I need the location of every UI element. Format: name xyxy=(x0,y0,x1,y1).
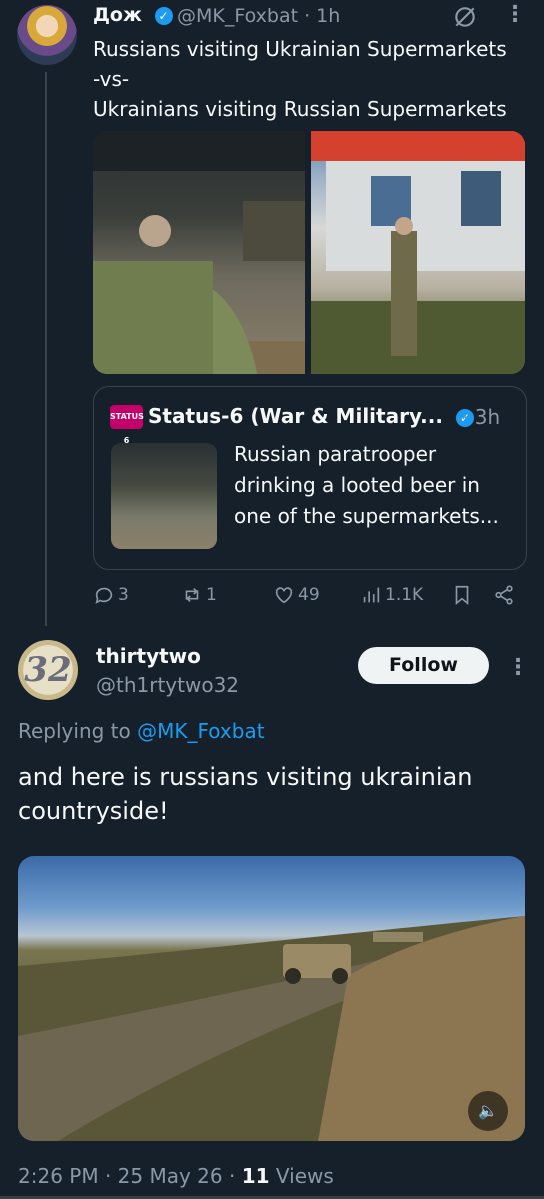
reply-count: 3 xyxy=(118,585,129,605)
tweet-timestamp: 2:26 PM · 25 May 26 · 11 Views xyxy=(18,1164,334,1188)
quoted-image xyxy=(111,443,217,549)
views-label: Views xyxy=(269,1164,334,1188)
share-button[interactable] xyxy=(493,584,515,606)
reply-icon xyxy=(95,587,113,604)
author-name[interactable]: Дож ✓ xyxy=(93,4,173,26)
heart-icon xyxy=(275,587,293,604)
image-left-figure xyxy=(93,131,305,374)
repost-icon xyxy=(185,587,199,603)
reply-more-options-icon[interactable]: ⋮ xyxy=(507,655,529,680)
quoted-author-name: Status-6 (War & Military... ✓ xyxy=(148,404,474,428)
views-button[interactable]: 1.1K xyxy=(360,584,423,606)
reply-text: and here is russians visiting ukrainian … xyxy=(18,763,473,825)
quoted-author-name-text: Status-6 (War & Military... xyxy=(148,404,443,428)
reply-author-handle[interactable]: @th1rtytwo32 xyxy=(96,673,239,697)
tweet-actions: 3 1 49 1.1K xyxy=(93,584,523,612)
follow-button[interactable]: Follow xyxy=(358,647,489,684)
views-number: 11 xyxy=(241,1164,270,1188)
quoted-avatar: STATUS 6 xyxy=(110,405,144,445)
quoted-text: Russian paratrooper drinking a looted be… xyxy=(234,442,499,528)
author-handle-time: @MK_Foxbat · 1h xyxy=(177,5,340,27)
replying-prefix: Replying to xyxy=(18,719,131,743)
replying-to-handle[interactable]: @MK_Foxbat xyxy=(137,719,264,743)
author-name-text: Дож xyxy=(93,4,142,26)
thread-line xyxy=(45,72,47,626)
tweet-time[interactable]: · 1h xyxy=(304,5,340,27)
views-icon xyxy=(363,587,380,603)
quoted-time: · 3h xyxy=(462,405,501,429)
author-handle[interactable]: @MK_Foxbat xyxy=(177,5,298,27)
tweet-image-left[interactable] xyxy=(93,131,305,374)
mute-icon[interactable]: 🔈 xyxy=(468,1091,508,1131)
repost-count: 1 xyxy=(206,585,217,605)
bookmark-button[interactable] xyxy=(451,584,473,606)
replying-to: Replying to @MK_Foxbat xyxy=(18,719,265,743)
more-options-icon[interactable]: ⋮ xyxy=(504,2,526,27)
repost-button[interactable]: 1 xyxy=(181,584,217,606)
like-button[interactable]: 49 xyxy=(273,584,320,606)
reply-author-name[interactable]: thirtytwo xyxy=(96,644,201,668)
share-icon xyxy=(495,585,513,605)
avatar[interactable] xyxy=(17,5,77,65)
video-frame xyxy=(18,916,525,1141)
video-player[interactable] xyxy=(18,856,525,1141)
reply-avatar[interactable]: 32 xyxy=(18,640,78,700)
tweet-text: Russians visiting Ukrainian Supermarkets… xyxy=(93,37,507,121)
reply-button[interactable]: 3 xyxy=(93,584,129,606)
like-count: 49 xyxy=(298,585,320,605)
tweet-image-right[interactable] xyxy=(311,131,525,374)
timestamp-text: 2:26 PM · 25 May 26 · xyxy=(18,1164,242,1188)
image-right-figure xyxy=(311,131,525,374)
bookmark-icon xyxy=(455,585,469,606)
grok-icon[interactable] xyxy=(452,4,478,30)
verified-icon: ✓ xyxy=(154,6,173,25)
views-count: 1.1K xyxy=(385,585,424,605)
